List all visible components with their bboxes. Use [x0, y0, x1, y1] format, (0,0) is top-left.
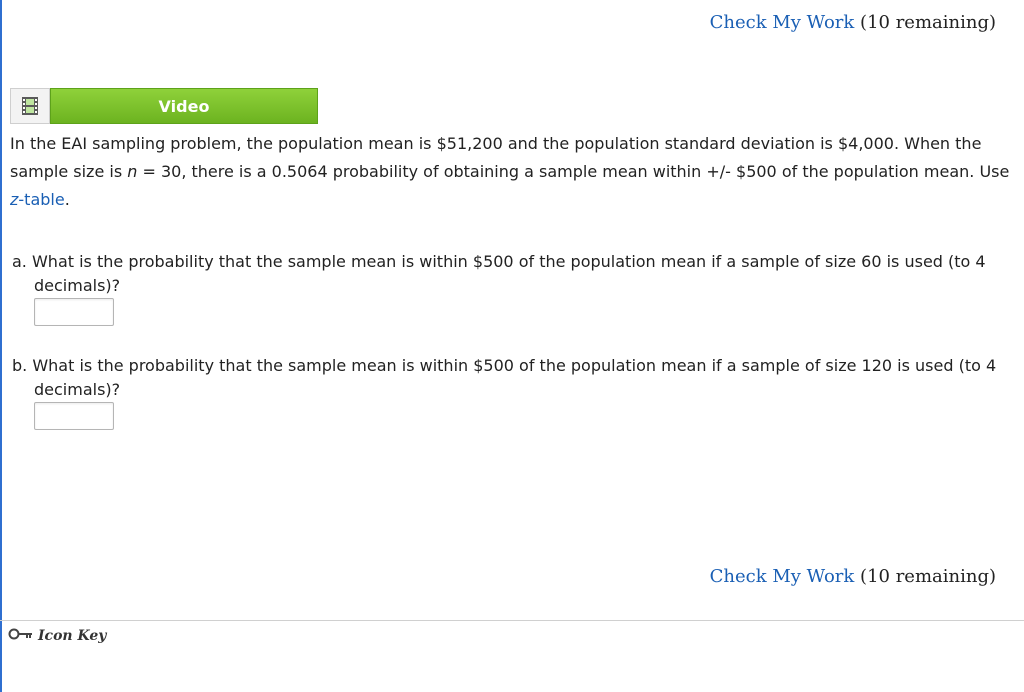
key-icon	[8, 627, 34, 645]
question-a-text: a. What is the probability that the samp…	[12, 252, 986, 295]
question-a: a. What is the probability that the samp…	[12, 250, 1018, 298]
question-b-text: b. What is the probability that the samp…	[12, 356, 997, 399]
check-my-work-bottom: Check My Work (10 remaining)	[710, 566, 996, 587]
question-b: b. What is the probability that the samp…	[12, 354, 1018, 402]
intro-end: .	[64, 190, 70, 209]
film-icon	[10, 88, 50, 124]
check-my-work-top: Check My Work (10 remaining)	[710, 12, 996, 33]
footer-divider	[0, 620, 1024, 621]
remaining-count-bottom: (10 remaining)	[860, 566, 996, 587]
icon-key-link[interactable]: Icon Key	[8, 627, 106, 645]
problem-intro: In the EAI sampling problem, the populat…	[10, 130, 1010, 214]
intro-text-2: = 30, there is a 0.5064 probability of o…	[137, 162, 1010, 181]
remaining-count: (10 remaining)	[860, 12, 996, 33]
check-my-work-link[interactable]: Check My Work	[710, 12, 855, 33]
icon-key-label: Icon Key	[38, 628, 107, 644]
video-button[interactable]: Video	[50, 88, 318, 124]
answer-b-input[interactable]	[34, 402, 114, 430]
left-border	[0, 0, 2, 692]
answer-a-input[interactable]	[34, 298, 114, 326]
z-table-link[interactable]: z-table	[10, 190, 65, 209]
check-my-work-link-bottom[interactable]: Check My Work	[710, 566, 855, 587]
n-variable: n	[127, 162, 138, 181]
table-link-text: -table	[18, 190, 65, 209]
video-bar: Video	[10, 88, 318, 124]
